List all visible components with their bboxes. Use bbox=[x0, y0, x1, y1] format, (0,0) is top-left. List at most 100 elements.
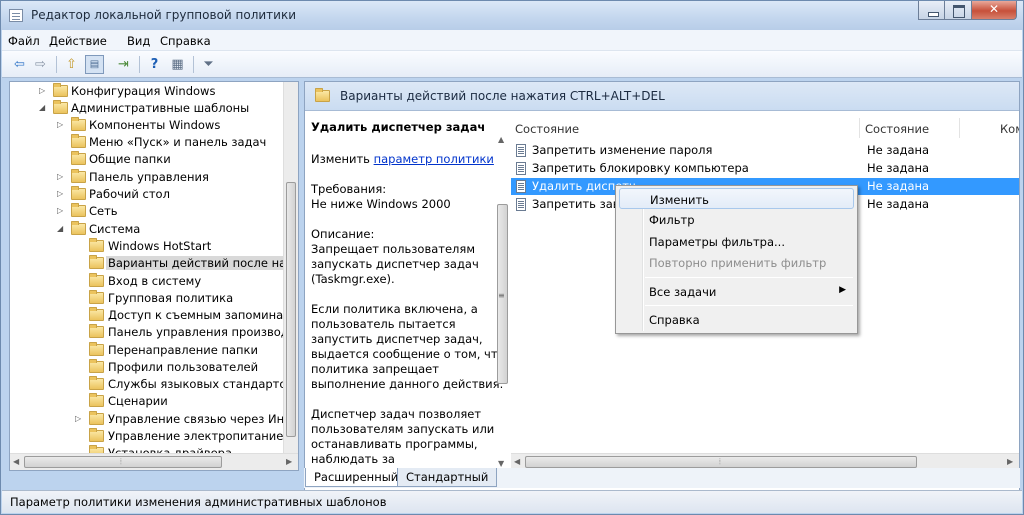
context-item-filter-options[interactable]: Параметры фильтра... bbox=[619, 231, 854, 252]
expand-icon[interactable]: ▷ bbox=[57, 206, 65, 216]
help-icon[interactable]: ? bbox=[145, 55, 164, 74]
list-row[interactable]: Запретить блокировку компьютера Не задан… bbox=[511, 160, 1019, 177]
tab-standard[interactable]: Стандартный bbox=[397, 468, 498, 487]
toolbar: ⇦ ⇨ ⇧ ▤ ⇥ ? ▦ ⏷ bbox=[2, 51, 1022, 78]
forward-icon[interactable]: ⇨ bbox=[31, 55, 50, 74]
column-header-setting[interactable]: Состояние bbox=[515, 122, 579, 136]
grip-icon: ⦙ bbox=[120, 457, 122, 466]
folder-icon bbox=[89, 376, 104, 390]
folder-icon bbox=[89, 307, 104, 321]
context-menu: Изменить Фильтр Параметры фильтра... Пов… bbox=[615, 185, 858, 334]
menu-view[interactable]: Вид bbox=[127, 34, 150, 48]
description-para3: Диспетчер задач позволяет пользователям … bbox=[311, 407, 495, 470]
app-icon bbox=[9, 9, 23, 22]
menu-action[interactable]: Действие bbox=[49, 34, 107, 48]
list-row[interactable]: Запретить изменение пароля Не задана bbox=[511, 142, 1019, 159]
toolbar-separator bbox=[193, 56, 194, 73]
folder-icon bbox=[71, 151, 86, 165]
folder-icon bbox=[53, 100, 68, 114]
show-hide-tree-icon[interactable]: ▤ bbox=[85, 55, 104, 74]
close-button[interactable] bbox=[972, 1, 1017, 20]
pane-header-title: Варианты действий после нажатия CTRL+ALT… bbox=[340, 89, 665, 103]
scroll-right-icon[interactable]: ▶ bbox=[286, 458, 292, 466]
folder-icon bbox=[71, 186, 86, 200]
scrollbar-thumb[interactable] bbox=[24, 456, 222, 468]
tree-horizontal-scrollbar[interactable]: ◀ ⦙ ▶ bbox=[10, 453, 298, 470]
scrollbar-thumb[interactable] bbox=[525, 456, 917, 468]
policy-setting-icon bbox=[516, 198, 526, 211]
submenu-arrow-icon: ▶ bbox=[839, 285, 846, 295]
folder-icon bbox=[89, 411, 104, 425]
window-controls bbox=[918, 1, 1017, 20]
expand-icon[interactable]: ▷ bbox=[75, 414, 83, 424]
toolbar-separator bbox=[56, 56, 57, 73]
folder-icon bbox=[71, 134, 86, 148]
navigation-tree: ▷ Конфигурация Windows ◢ Административны… bbox=[9, 81, 299, 471]
tree-vertical-scrollbar[interactable] bbox=[283, 82, 298, 454]
policy-setting-icon bbox=[516, 180, 526, 193]
scroll-left-icon[interactable]: ◀ bbox=[13, 458, 19, 466]
up-folder-icon[interactable]: ⇧ bbox=[62, 55, 81, 74]
column-header-comment[interactable]: Ком bbox=[1000, 122, 1019, 136]
collapse-icon[interactable]: ◢ bbox=[39, 103, 47, 113]
title-bar[interactable]: Редактор локальной групповой политики bbox=[1, 1, 1023, 30]
scrollbar-thumb[interactable] bbox=[286, 182, 296, 437]
expand-icon[interactable]: ▷ bbox=[57, 120, 65, 130]
policy-title: Удалить диспетчер задач bbox=[311, 120, 486, 134]
folder-icon bbox=[71, 203, 86, 217]
export-list-icon[interactable]: ⇥ bbox=[114, 55, 133, 74]
window-title: Редактор локальной групповой политики bbox=[31, 8, 297, 22]
column-separator[interactable] bbox=[859, 118, 860, 138]
policy-setting-icon bbox=[516, 162, 526, 175]
folder-icon bbox=[89, 290, 104, 304]
expand-icon[interactable]: ▷ bbox=[57, 172, 65, 182]
folder-icon bbox=[89, 393, 104, 407]
menu-bar: Файл Действие Вид Справка bbox=[2, 30, 1022, 51]
folder-icon bbox=[315, 88, 330, 102]
edit-line: Изменить параметр политики bbox=[311, 152, 494, 166]
scroll-right-icon[interactable]: ▶ bbox=[1007, 458, 1013, 466]
back-icon[interactable]: ⇦ bbox=[10, 55, 29, 74]
context-item-help[interactable]: Справка bbox=[619, 309, 854, 330]
description-scrollbar[interactable]: ▲ ≡ ▼ bbox=[495, 136, 510, 469]
maximize-button[interactable] bbox=[945, 1, 972, 20]
folder-icon bbox=[53, 83, 68, 97]
status-text: Параметр политики изменения администрати… bbox=[10, 495, 387, 509]
folder-icon bbox=[71, 169, 86, 183]
expand-icon[interactable]: ▷ bbox=[39, 86, 47, 96]
column-header-state[interactable]: Состояние bbox=[865, 122, 929, 136]
menu-separator bbox=[645, 277, 853, 278]
folder-icon bbox=[89, 324, 104, 338]
properties-icon[interactable]: ▦ bbox=[168, 55, 187, 74]
collapse-icon[interactable]: ◢ bbox=[57, 224, 65, 234]
context-item-all-tasks[interactable]: Все задачи ▶ bbox=[619, 281, 854, 302]
menu-separator bbox=[645, 305, 853, 306]
folder-icon bbox=[89, 238, 104, 252]
expand-icon[interactable]: ▷ bbox=[57, 189, 65, 199]
context-item-edit[interactable]: Изменить bbox=[619, 188, 854, 209]
minimize-button[interactable] bbox=[918, 1, 945, 20]
folder-icon bbox=[89, 255, 104, 269]
description-para2: Если политика включена, а пользователь п… bbox=[311, 302, 505, 391]
status-bar: Параметр политики изменения администрати… bbox=[2, 490, 1022, 513]
folder-icon bbox=[89, 359, 104, 373]
menu-file[interactable]: Файл bbox=[8, 34, 40, 48]
column-separator[interactable] bbox=[959, 118, 960, 138]
context-item-filter[interactable]: Фильтр bbox=[619, 209, 854, 230]
scroll-up-icon[interactable]: ▲ bbox=[498, 136, 504, 144]
main-window: Редактор локальной групповой политики Фа… bbox=[0, 0, 1024, 515]
scroll-down-icon[interactable]: ▼ bbox=[498, 460, 504, 468]
folder-icon bbox=[71, 117, 86, 131]
scroll-left-icon[interactable]: ◀ bbox=[514, 458, 520, 466]
description-text: Описание: Запрещает пользователям запуск… bbox=[311, 227, 479, 286]
view-tabs: Расширенный Стандартный bbox=[304, 468, 1020, 488]
filter-icon[interactable]: ⏷ bbox=[199, 55, 218, 74]
description-panel: Удалить диспетчер задач Изменить парамет… bbox=[305, 112, 509, 470]
policy-setting-icon bbox=[516, 144, 526, 157]
menu-help[interactable]: Справка bbox=[160, 34, 211, 48]
pane-header: Варианты действий после нажатия CTRL+ALT… bbox=[305, 82, 1019, 111]
tab-extended[interactable]: Расширенный bbox=[305, 468, 408, 487]
requirements: Требования: Не ниже Windows 2000 bbox=[311, 182, 451, 211]
toolbar-separator bbox=[139, 56, 140, 73]
edit-policy-link[interactable]: параметр политики bbox=[374, 152, 494, 166]
